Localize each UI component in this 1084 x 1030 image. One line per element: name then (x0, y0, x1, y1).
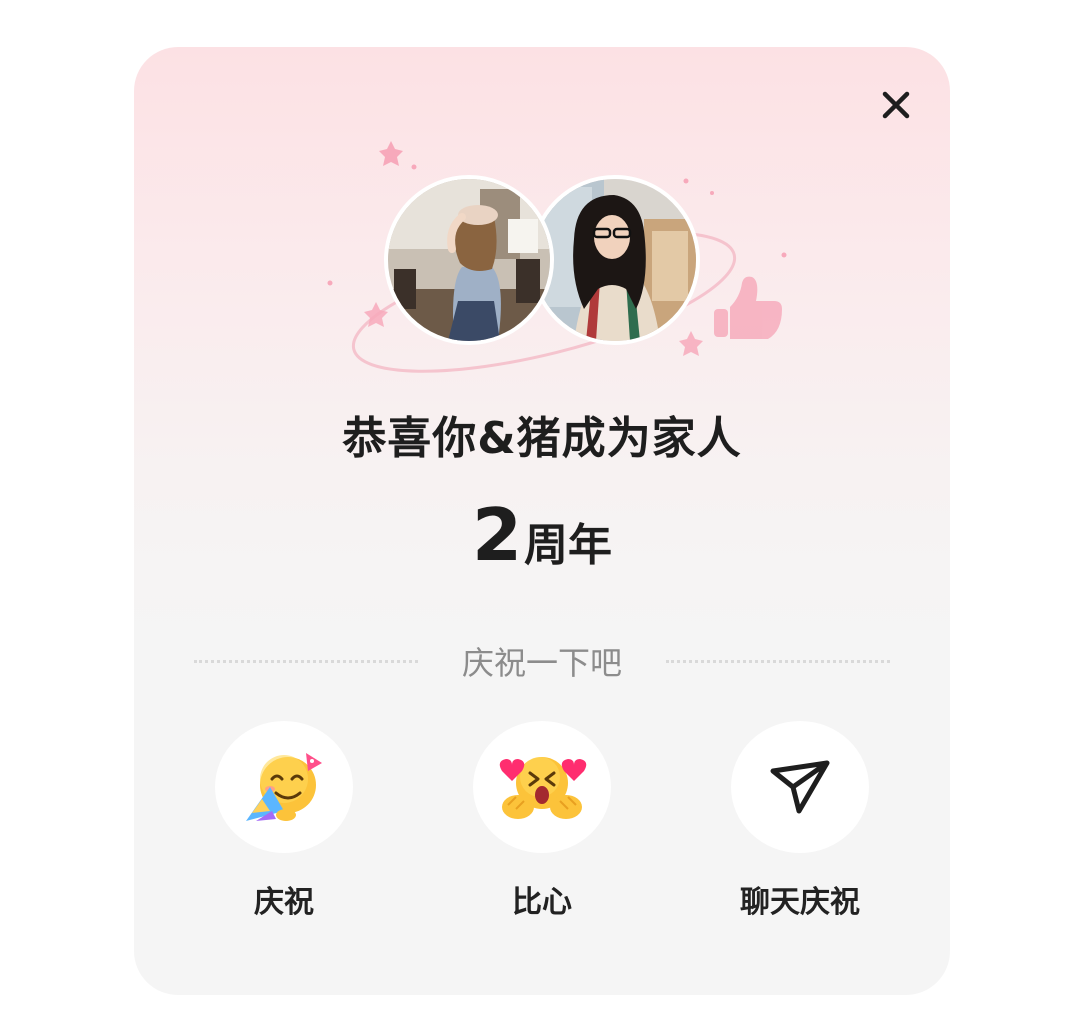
anniversary-years: 2 周年 (134, 495, 950, 575)
party-face-emoji-icon (246, 753, 322, 821)
divider-label: 庆祝一下吧 (461, 644, 622, 682)
avatar-user[interactable] (384, 175, 554, 345)
close-button[interactable] (874, 83, 918, 127)
divider-line-right (665, 659, 890, 663)
celebrate-divider: 庆祝一下吧 (194, 639, 890, 683)
anniversary-headline: 恭喜你&猪成为家人 (342, 413, 742, 464)
years-unit: 周年 (524, 520, 613, 571)
chat-celebrate-label: 聊天庆祝 (740, 885, 860, 920)
celebrate-label: 庆祝 (254, 885, 314, 920)
chat-celebrate-button-circle[interactable] (731, 721, 869, 853)
anniversary-dialog: 恭喜你&猪成为家人 2 周年 庆祝一下吧 庆祝 比心 聊天庆祝 (134, 47, 950, 995)
years-number: 2 (471, 493, 522, 577)
celebrate-button-circle[interactable] (215, 721, 353, 853)
chat-celebrate-button[interactable]: 聊天庆祝 (680, 721, 920, 921)
heart-hands-label: 比心 (512, 885, 572, 920)
heart-hands-button[interactable]: 比心 (422, 721, 662, 921)
close-icon (882, 91, 910, 119)
thumbs-up-icon (714, 276, 782, 339)
divider-line-left (194, 659, 418, 663)
heart-hands-button-circle[interactable] (473, 721, 611, 853)
heart-hands-emoji-icon (499, 757, 587, 819)
celebrate-button[interactable]: 庆祝 (164, 721, 404, 921)
send-icon (770, 760, 830, 814)
avatar-friend[interactable] (530, 175, 700, 345)
avatar-pair (384, 175, 704, 349)
